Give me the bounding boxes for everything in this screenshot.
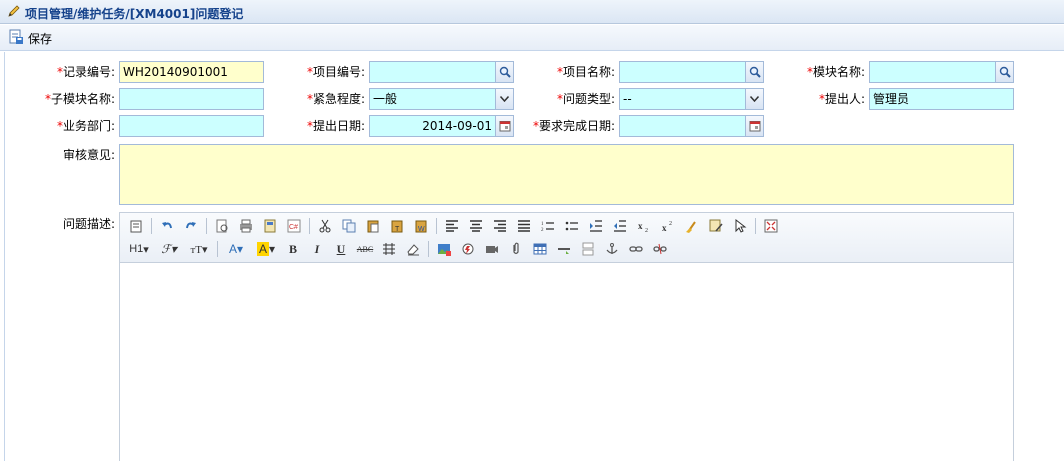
project-name-field[interactable] xyxy=(619,61,764,83)
clear-format-icon[interactable] xyxy=(682,216,702,236)
due-date-label: *要求完成日期: xyxy=(532,119,615,133)
record-no-label: *记录编号: xyxy=(56,65,115,79)
save-icon xyxy=(8,29,24,48)
preview-icon[interactable] xyxy=(212,216,232,236)
project-no-search-icon[interactable] xyxy=(495,62,513,82)
paste-text-icon[interactable]: T xyxy=(387,216,407,236)
description-label: 问题描述: xyxy=(62,217,115,231)
project-name-search-icon[interactable] xyxy=(745,62,763,82)
svg-text:x: x xyxy=(662,223,667,233)
project-no-field[interactable] xyxy=(369,61,514,83)
urgency-label: *紧急程度: xyxy=(306,92,365,106)
strikethrough-button[interactable]: ABC xyxy=(355,239,375,259)
paste-icon[interactable] xyxy=(363,216,383,236)
svg-text:2: 2 xyxy=(541,228,544,232)
font-family-dropdown[interactable]: ℱ▾ xyxy=(156,239,182,259)
horizontal-rule-icon[interactable] xyxy=(554,239,574,259)
submodule-name-label: *子模块名称: xyxy=(44,92,115,106)
review-textarea[interactable] xyxy=(119,144,1014,205)
project-name-label: *项目名称: xyxy=(556,65,615,79)
font-color-dropdown[interactable]: A▾ xyxy=(223,239,249,259)
svg-text:T: T xyxy=(395,226,400,233)
eraser-icon[interactable] xyxy=(403,239,423,259)
superscript-icon[interactable]: x2 xyxy=(658,216,678,236)
due-date-field[interactable] xyxy=(619,115,764,137)
source-icon[interactable] xyxy=(126,216,146,236)
italic-button[interactable]: I xyxy=(307,239,327,259)
copy-icon[interactable] xyxy=(339,216,359,236)
submit-date-field[interactable]: 2014-09-01 xyxy=(369,115,514,137)
module-name-search-icon[interactable] xyxy=(995,62,1013,82)
submodule-name-field[interactable] xyxy=(119,88,264,110)
submit-date-label: *提出日期: xyxy=(306,119,365,133)
align-center-icon[interactable] xyxy=(466,216,486,236)
heading-dropdown[interactable]: H1 ▾ xyxy=(126,239,152,259)
align-left-icon[interactable] xyxy=(442,216,462,236)
outdent-icon[interactable] xyxy=(610,216,630,236)
paste-word-icon[interactable]: W xyxy=(411,216,431,236)
svg-text:W: W xyxy=(418,226,425,233)
align-justify-icon[interactable] xyxy=(514,216,534,236)
code-icon[interactable]: C# xyxy=(284,216,304,236)
submitter-label: *提出人: xyxy=(818,92,865,106)
department-label: *业务部门: xyxy=(56,119,115,133)
editor-content-area[interactable] xyxy=(120,264,1013,461)
project-no-label: *项目编号: xyxy=(306,65,365,79)
department-field[interactable] xyxy=(119,115,264,137)
main-toolbar: 保存 xyxy=(0,25,1064,51)
fullscreen-icon[interactable] xyxy=(761,216,781,236)
attachment-icon[interactable] xyxy=(506,239,526,259)
save-button[interactable]: 保存 xyxy=(8,28,52,48)
description-editor: C# T W 12 x2 x2 H1 ▾ ℱ▾ ᴛT▾ A▾ A ▾ B I U… xyxy=(119,212,1014,461)
module-name-field[interactable] xyxy=(869,61,1014,83)
select-all-icon[interactable] xyxy=(706,216,726,236)
page-break-icon[interactable] xyxy=(578,239,598,259)
unordered-list-icon[interactable] xyxy=(562,216,582,236)
underline-button[interactable]: U xyxy=(331,239,351,259)
ordered-list-icon[interactable]: 12 xyxy=(538,216,558,236)
issue-type-chevron-down-icon[interactable] xyxy=(745,89,763,109)
svg-text:1: 1 xyxy=(541,222,544,227)
highlight-color-dropdown[interactable]: A ▾ xyxy=(253,239,279,259)
subscript-icon[interactable]: x2 xyxy=(634,216,654,236)
undo-icon[interactable] xyxy=(157,216,177,236)
due-date-calendar-icon[interactable] xyxy=(745,116,763,136)
table-icon[interactable] xyxy=(530,239,550,259)
image-icon[interactable] xyxy=(434,239,454,259)
font-size-dropdown[interactable]: ᴛT▾ xyxy=(186,239,212,259)
indent-icon[interactable] xyxy=(586,216,606,236)
bold-button[interactable]: B xyxy=(283,239,303,259)
media-icon[interactable] xyxy=(482,239,502,259)
title-bar: 项目管理/维护任务/[XM4001]问题登记 xyxy=(0,0,1064,24)
module-name-label: *模块名称: xyxy=(806,65,865,79)
unlink-icon[interactable] xyxy=(650,239,670,259)
editor-toolbar: C# T W 12 x2 x2 H1 ▾ ℱ▾ ᴛT▾ A▾ A ▾ B I U… xyxy=(120,213,1013,263)
issue-type-label: *问题类型: xyxy=(556,92,615,106)
redo-icon[interactable] xyxy=(181,216,201,236)
print-icon[interactable] xyxy=(236,216,256,236)
cut-icon[interactable] xyxy=(315,216,335,236)
issue-type-select[interactable]: -- xyxy=(619,88,764,110)
urgency-select[interactable]: 一般 xyxy=(369,88,514,110)
svg-text:2: 2 xyxy=(645,228,648,233)
svg-text:x: x xyxy=(638,221,643,231)
svg-text:2: 2 xyxy=(669,221,672,227)
save-label: 保存 xyxy=(28,31,53,46)
record-no-field[interactable]: WH20140901001 xyxy=(119,61,264,83)
anchor-icon[interactable] xyxy=(602,239,622,259)
page-title: 项目管理/维护任务/[XM4001]问题登记 xyxy=(25,7,244,21)
template-icon[interactable] xyxy=(260,216,280,236)
link-icon[interactable] xyxy=(626,239,646,259)
align-right-icon[interactable] xyxy=(490,216,510,236)
submitter-field[interactable]: 管理员 xyxy=(869,88,1014,110)
select-pointer-icon[interactable] xyxy=(730,216,750,236)
review-label: 审核意见: xyxy=(62,148,115,162)
edit-pencil-icon xyxy=(7,4,21,21)
line-height-icon[interactable] xyxy=(379,239,399,259)
svg-text:C#: C# xyxy=(289,224,298,231)
flash-icon[interactable] xyxy=(458,239,478,259)
urgency-chevron-down-icon[interactable] xyxy=(495,89,513,109)
